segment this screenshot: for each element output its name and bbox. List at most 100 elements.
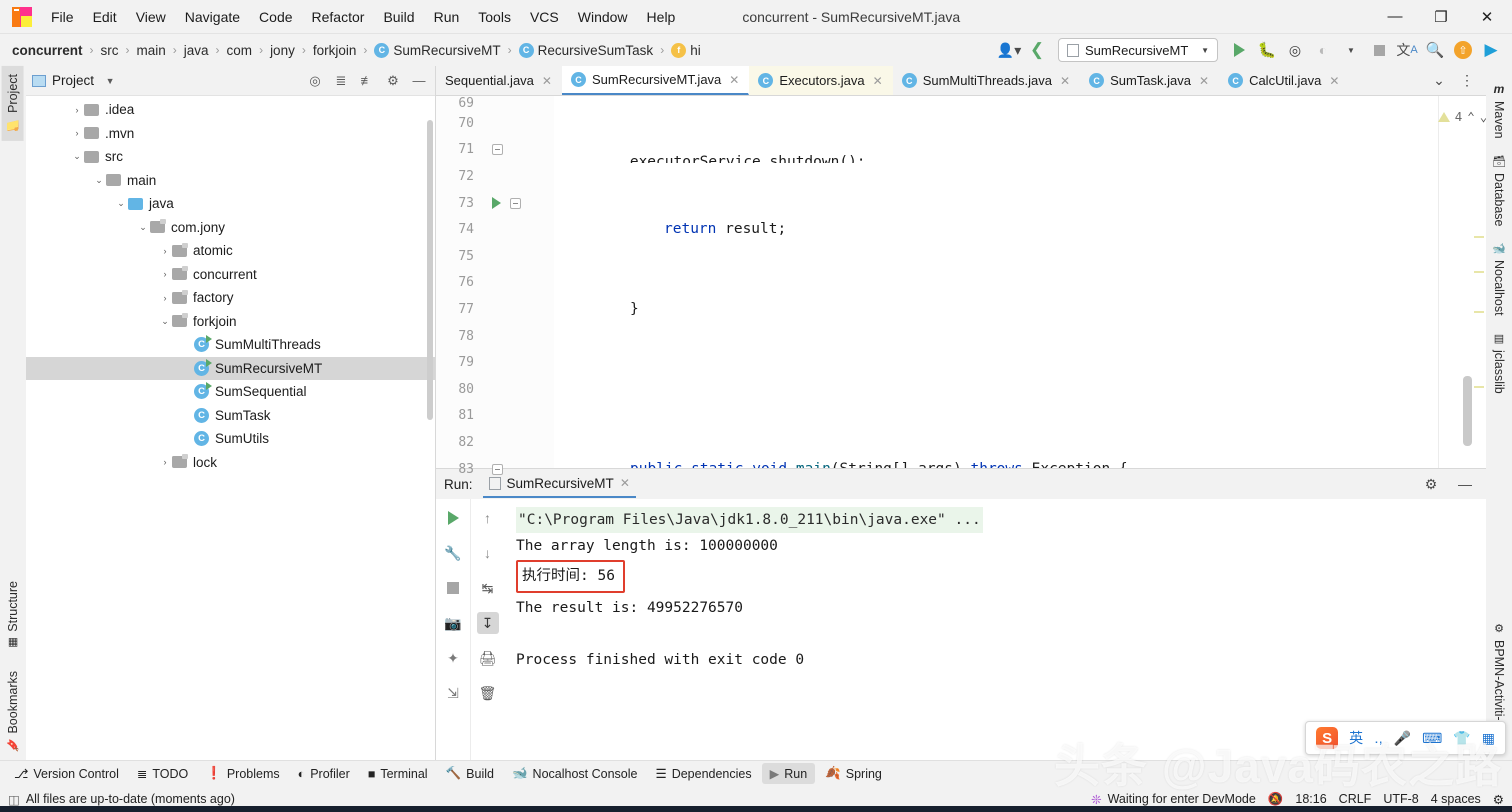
close-icon[interactable]: ✕ (1329, 74, 1339, 88)
export-icon[interactable]: ⇲ (442, 682, 464, 704)
down-arrow-icon[interactable]: ↓ (477, 542, 499, 564)
translate-icon[interactable]: 文A (1394, 37, 1420, 63)
toolwindow-run[interactable]: ▶ Run (761, 763, 816, 784)
toolwindow-profiler[interactable]: ◐ Profiler (290, 764, 358, 784)
toolwindow-dependencies[interactable]: ☰ Dependencies (647, 763, 759, 784)
tab-calcutil-java[interactable]: C CalcUtil.java ✕ (1219, 66, 1349, 95)
tab-summultithreads-java[interactable]: C SumMultiThreads.java ✕ (893, 66, 1080, 95)
inspection-marker[interactable] (1474, 236, 1484, 238)
close-icon[interactable]: ✕ (620, 476, 630, 490)
expand-all-icon[interactable]: ≣ (331, 71, 351, 91)
menu-refactor[interactable]: Refactor (303, 5, 374, 29)
tab-sumrecursivemt-java[interactable]: C SumRecursiveMT.java ✕ (561, 66, 750, 95)
chevron-right-icon[interactable]: › (158, 293, 172, 303)
close-icon[interactable]: ✕ (542, 74, 552, 88)
sidebar-item-project[interactable]: 📁 Project (2, 66, 24, 141)
chevron-down-icon[interactable]: ⌄ (70, 151, 84, 162)
fold-icon[interactable] (510, 197, 521, 209)
project-tree[interactable]: › .idea › .mvn ⌄ src ⌄ main ⌄ java ⌄ com… (26, 96, 435, 760)
tree-item-src[interactable]: ⌄ src (26, 145, 435, 169)
soft-wrap-icon[interactable]: ↹ (477, 577, 499, 599)
sidebar-item-jclasslib[interactable]: ▤ jclasslib (1489, 324, 1509, 402)
tree-item-concurrent[interactable]: › concurrent (26, 263, 435, 287)
hide-icon[interactable]: — (1452, 471, 1478, 497)
ime-toolbar[interactable]: S 英 ․, 🎤 ⌨ 👕 ▦ (1305, 721, 1506, 755)
tree-item-sumtask[interactable]: C SumTask (26, 404, 435, 428)
menu-view[interactable]: View (127, 5, 175, 29)
hide-icon[interactable]: — (409, 71, 429, 91)
breadcrumb-item-java[interactable]: java (182, 41, 211, 60)
notification-mute-icon[interactable]: 🔕 (1268, 792, 1284, 807)
warning-summary[interactable]: 4 ⌃ ⌄ (1437, 96, 1486, 131)
chevron-right-icon[interactable]: › (158, 246, 172, 256)
print-icon[interactable]: 🖨 (477, 647, 499, 669)
user-avatar-icon[interactable]: 👤▾ (996, 37, 1022, 63)
threads-icon[interactable]: ✦ (442, 647, 464, 669)
sidebar-item-maven[interactable]: m Maven (1489, 66, 1509, 147)
tree-item-summultithreads[interactable]: C SumMultiThreads (26, 333, 435, 357)
chevron-right-icon[interactable]: › (70, 105, 84, 115)
minimize-button[interactable]: — (1372, 0, 1418, 34)
close-icon[interactable]: ✕ (873, 74, 883, 88)
next-problem-icon[interactable]: ⌄ (1480, 104, 1486, 131)
scroll-to-end-icon[interactable]: ↧ (476, 612, 499, 634)
rerun-icon[interactable] (442, 507, 464, 529)
tab-sequential-java[interactable]: Sequential.java ✕ (436, 66, 562, 95)
tree-item-mvn[interactable]: › .mvn (26, 122, 435, 146)
prev-problem-icon[interactable]: ⌃ (1467, 104, 1475, 131)
inspection-marker[interactable] (1474, 311, 1484, 313)
skin-icon[interactable]: 👕 (1453, 730, 1470, 747)
tree-item-factory[interactable]: › factory (26, 286, 435, 310)
trash-icon[interactable]: 🗑 (477, 682, 499, 704)
wrench-icon[interactable]: 🔧 (442, 542, 464, 564)
tab-sumtask-java[interactable]: C SumTask.java ✕ (1080, 66, 1219, 95)
tab-executors-java[interactable]: C Executors.java ✕ (749, 66, 893, 95)
sidebar-item-nocalhost[interactable]: 🐋 Nocalhost (1489, 234, 1509, 324)
run-configuration-selector[interactable]: SumRecursiveMT ▼ (1058, 38, 1218, 62)
close-button[interactable]: ✕ (1464, 0, 1510, 34)
menu-tools[interactable]: Tools (469, 5, 520, 29)
maximize-button[interactable]: ❐ (1418, 0, 1464, 34)
chevron-down-icon[interactable]: ⌄ (114, 198, 128, 209)
sidebar-item-bookmarks[interactable]: 🔖 Bookmarks (3, 657, 23, 760)
indent-setting[interactable]: 4 spaces (1431, 792, 1481, 806)
breadcrumb-item-concurrent[interactable]: concurrent (10, 41, 85, 60)
ime-mode-label[interactable]: 英 (1349, 728, 1363, 748)
menu-file[interactable]: File (42, 5, 83, 29)
chevron-right-icon[interactable]: › (158, 457, 172, 467)
settings-gear-icon[interactable]: ⚙ (1493, 792, 1504, 807)
breadcrumb-item-recursivesumtask[interactable]: C RecursiveSumTask (517, 41, 656, 60)
tree-item-sumrecursivemt[interactable]: C SumRecursiveMT (26, 356, 435, 380)
tree-item-sumsequential[interactable]: C SumSequential (26, 380, 435, 404)
tree-item-java[interactable]: ⌄ java (26, 192, 435, 216)
toolwindow-todo[interactable]: ≣ TODO (129, 763, 196, 784)
next-icon[interactable]: ▶ (1478, 37, 1504, 63)
apps-icon[interactable]: ▦ (1482, 730, 1495, 747)
stop-icon[interactable] (1366, 37, 1392, 63)
toolwindow-version-control[interactable]: ⎇ Version Control (6, 763, 127, 784)
inspection-marker[interactable] (1474, 271, 1484, 273)
tree-item-forkjoin[interactable]: ⌄ forkjoin (26, 310, 435, 334)
code-editor[interactable]: executorService.shutdown(); return resul… (554, 96, 1486, 468)
chevron-down-icon[interactable]: ⌄ (136, 222, 150, 233)
menu-vcs[interactable]: VCS (521, 5, 568, 29)
up-arrow-icon[interactable]: ↑ (477, 507, 499, 529)
menu-navigate[interactable]: Navigate (176, 5, 249, 29)
breadcrumb-item-src[interactable]: src (99, 41, 121, 60)
chevron-down-icon[interactable]: ⌄ (92, 175, 106, 186)
sidebar-item-database[interactable]: 🗃 Database (1489, 147, 1509, 235)
chevron-down-icon[interactable]: ⌄ (158, 316, 172, 327)
menu-window[interactable]: Window (569, 5, 637, 29)
editor-gutter[interactable]: 69 70 71 72 73 74 75 76 77 78 79 80 81 8… (436, 96, 554, 477)
devmode-status[interactable]: ❊ Waiting for enter DevMode (1091, 792, 1256, 807)
run-with-coverage-icon[interactable]: ◎ (1282, 37, 1308, 63)
tree-item-idea[interactable]: › .idea (26, 98, 435, 122)
toolwindow-nocalhost-console[interactable]: 🐋 Nocalhost Console (504, 763, 646, 784)
toolwindow-build[interactable]: 🔨 Build (438, 763, 502, 784)
run-icon[interactable] (1226, 37, 1252, 63)
breadcrumb-item-com[interactable]: com (225, 41, 255, 60)
toolwindow-spring[interactable]: 🍂 Spring (817, 763, 890, 784)
gear-icon[interactable]: ⚙ (1418, 471, 1444, 497)
update-icon[interactable]: ⇧ (1450, 37, 1476, 63)
breadcrumb-item-forkjoin[interactable]: forkjoin (311, 41, 359, 60)
